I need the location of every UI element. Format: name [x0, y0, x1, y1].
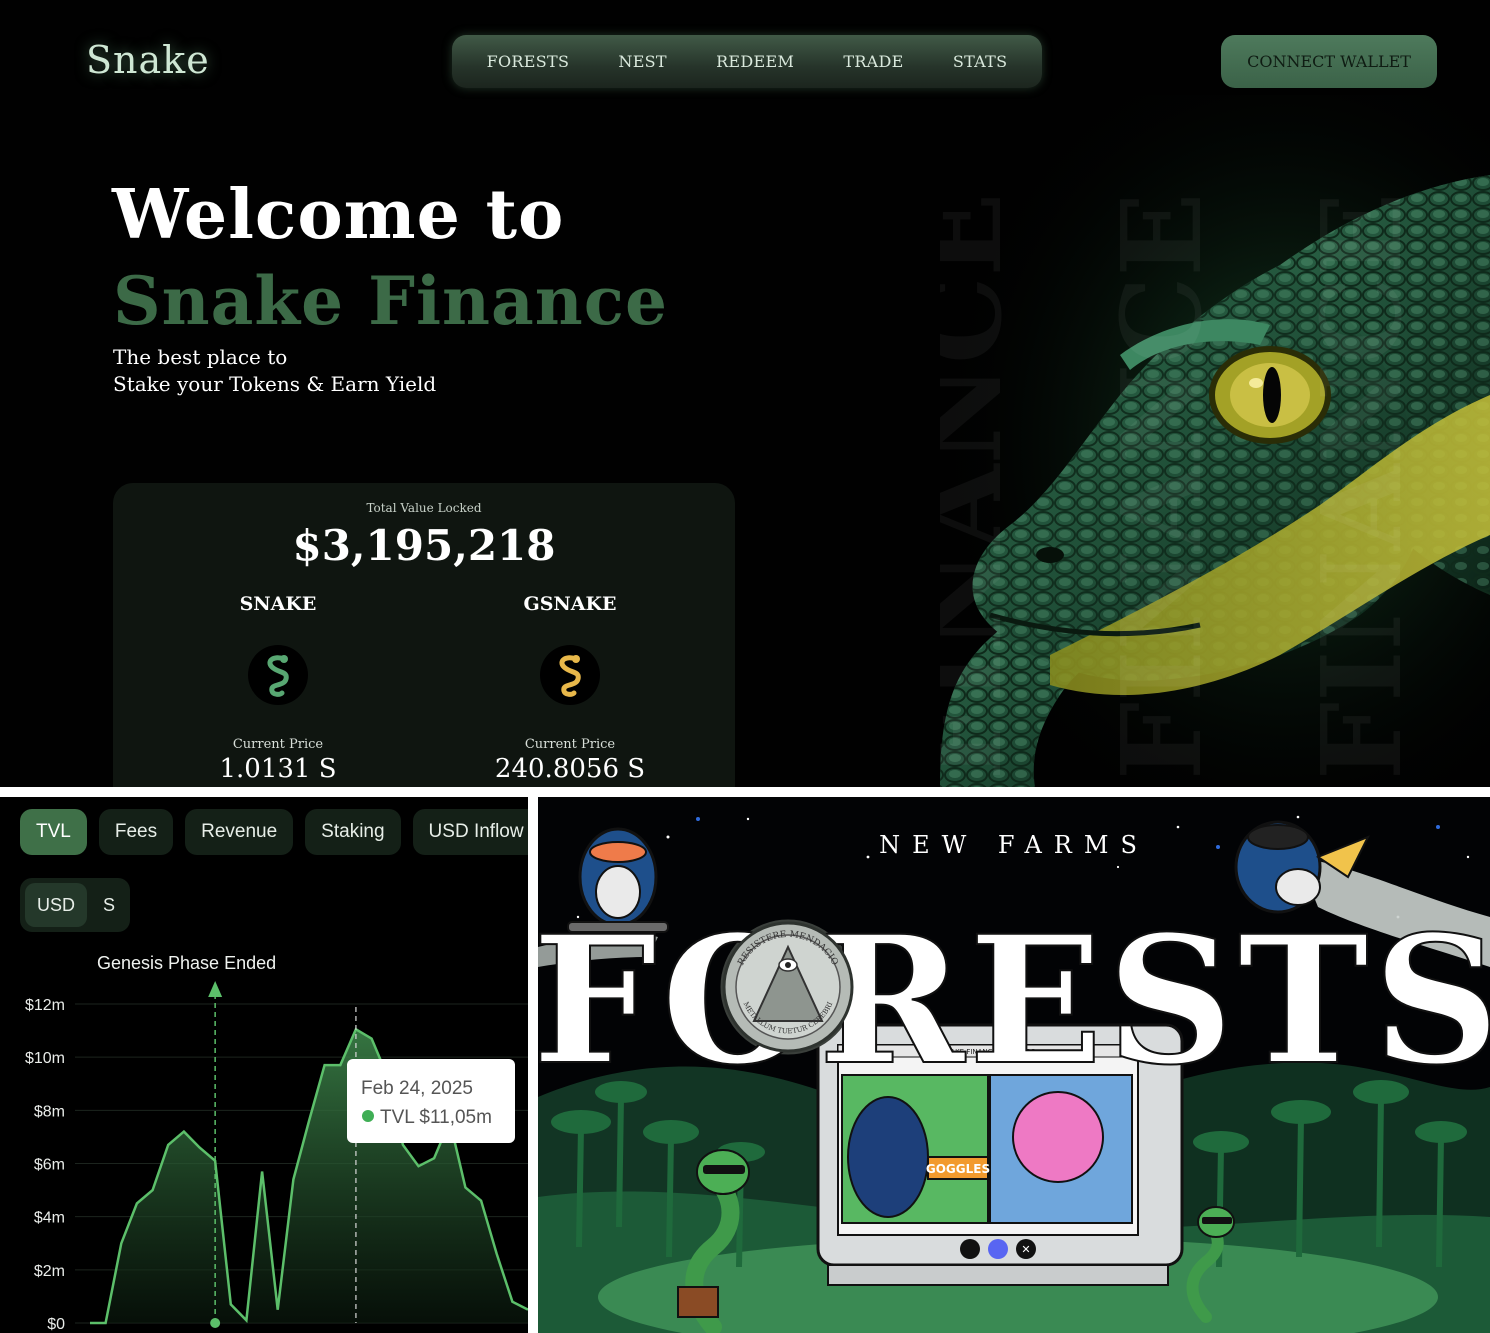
tooltip-series-dot — [362, 1110, 374, 1122]
connect-wallet-button[interactable]: CONNECT WALLET — [1221, 35, 1437, 88]
chart-tooltip — [347, 1059, 515, 1143]
y-tick-label: $0 — [47, 1316, 65, 1333]
tvl-label: Total Value Locked — [366, 501, 482, 515]
nav-trade[interactable]: TRADE — [843, 52, 903, 71]
y-tick-label: $8m — [34, 1103, 65, 1120]
snake-token-icon[interactable] — [248, 645, 308, 705]
hero-subtitle: The best place to Stake your Tokens & Ea… — [113, 344, 436, 398]
nav-redeem[interactable]: REDEEM — [716, 52, 794, 71]
hero-title: Welcome to — [112, 175, 565, 255]
y-tick-label: $2m — [34, 1263, 65, 1280]
tooltip-date: Feb 24, 2025 — [361, 1078, 473, 1099]
y-tick-label: $6m — [34, 1157, 65, 1174]
tvl-card: Total Value Locked $3,195,218 SNAKE Curr… — [113, 483, 735, 787]
y-tick-label: $12m — [25, 997, 65, 1014]
nav-forests[interactable]: FORESTS — [487, 52, 570, 71]
nav-nest[interactable]: NEST — [618, 52, 667, 71]
hero-subtitle-line-2: Stake your Tokens & Earn Yield — [113, 372, 437, 396]
genesis-arrow-icon — [208, 981, 223, 997]
new-farms-heading: NEW FARMS — [879, 831, 1149, 859]
nav-stats[interactable]: STATS — [953, 52, 1008, 71]
snake-icon[interactable] — [960, 1239, 980, 1259]
retro-monitor: SNAKE FINANCE PARTNERS GOGGLES ✕ — [816, 1023, 1184, 1286]
genesis-marker-dot[interactable] — [210, 1318, 221, 1328]
smoke-trail-left — [538, 932, 658, 967]
tvl-value: $3,195,218 — [292, 521, 556, 570]
site-logo[interactable]: Snake — [86, 38, 210, 82]
snake-price-label: Current Price — [232, 737, 324, 752]
tvl-area-chart: $0 $2m $4m $6m $8m $10m $12m Genesis Phase End… — [25, 953, 528, 1333]
hero-subtitle-line-1: The best place to — [113, 345, 288, 369]
gsnake-price-value: 240.8056 S — [494, 754, 646, 784]
forest-scene: SNAKE FINANCE PARTNERS GOGGLES ✕ — [538, 815, 1490, 1333]
snake-finance-hero-panel: FINANCE FINANCE FINANCE Snake FORESTS NE… — [0, 0, 1490, 787]
tooltip-value: TVL $11,05m — [380, 1107, 492, 1128]
snake-price-value: 1.0131 S — [219, 754, 337, 784]
y-tick-label: $10m — [25, 1050, 65, 1067]
pyramid-coin — [720, 919, 856, 1055]
monitor-title: SNAKE FINANCE PARTNERS — [941, 1048, 1036, 1056]
finance-watermark: FINANCE FINANCE FINANCE — [940, 193, 1426, 780]
svg-text:✕: ✕ — [1021, 1243, 1030, 1256]
gsnake-token-column: GSNAKE Current Price 240.8056 S — [470, 593, 670, 784]
svg-text:FINANCE: FINANCE — [940, 193, 1026, 780]
gsnake-token-icon[interactable] — [540, 645, 600, 705]
smoke-trail-right — [1298, 857, 1490, 967]
snake-token-name: SNAKE — [239, 593, 317, 615]
svg-text:FINANCE: FINANCE — [1097, 193, 1226, 780]
genesis-annotation-label: Genesis Phase Ended — [97, 953, 276, 973]
hero-brand-title: Snake Finance — [113, 262, 668, 340]
tile-caption: GOGGLES — [926, 1162, 990, 1176]
main-nav: FORESTS NEST REDEEM TRADE STATS — [452, 35, 1042, 88]
svg-text:FINANCE: FINANCE — [1297, 193, 1426, 780]
forests-promo-panel: SNAKE FINANCE PARTNERS GOGGLES ✕ NEW FAR… — [538, 797, 1490, 1333]
gsnake-token-name: GSNAKE — [523, 593, 617, 615]
snake-token-column: SNAKE Current Price 1.0131 S — [178, 593, 378, 784]
tvl-chart-panel: TVL Fees Revenue Staking USD Inflow USD … — [0, 797, 528, 1333]
gsnake-price-label: Current Price — [524, 737, 616, 752]
discord-icon[interactable] — [988, 1239, 1008, 1259]
y-tick-label: $4m — [34, 1210, 65, 1227]
